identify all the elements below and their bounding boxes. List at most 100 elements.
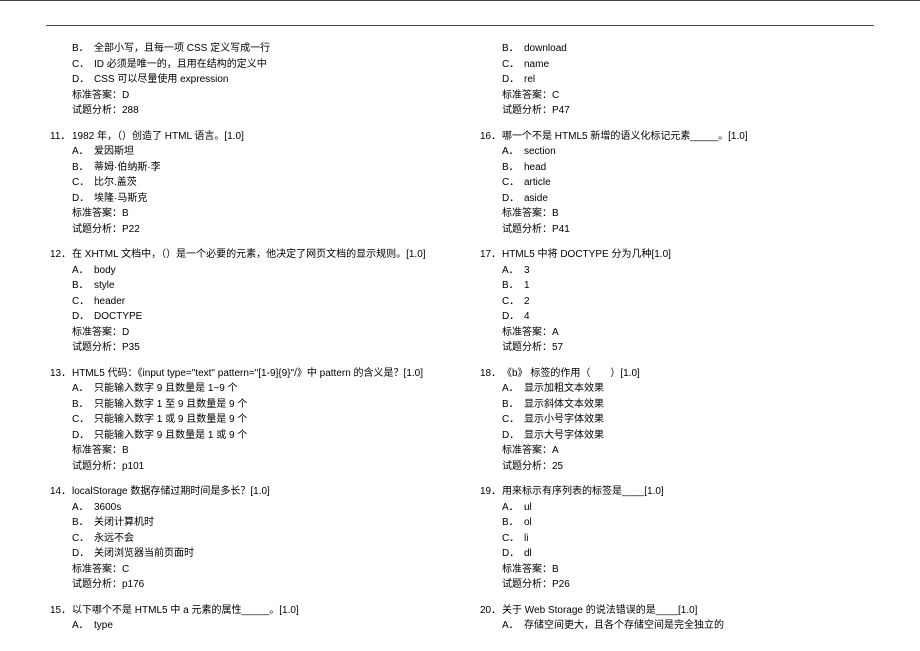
question-18: 18．《b》 标签的作用（ ）[1.0] A．显示加粗文本效果 B．显示斜体文本… [476, 366, 874, 475]
standard-answer: 标准答案：B [46, 443, 444, 459]
option-letter: D． [502, 546, 524, 562]
standard-answer: 标准答案：B [46, 206, 444, 222]
question-stem: 1982 年，（）创造了 HTML 语言。[1.0] [72, 129, 444, 145]
option-letter: A． [502, 381, 524, 397]
question-number: 15． [46, 603, 72, 619]
option-text: 埃隆·马斯克 [94, 191, 444, 207]
analysis: 试题分析：P47 [476, 103, 874, 119]
question-16: 16．哪一个不是 HTML5 新增的语义化标记元素_____。[1.0] A．s… [476, 129, 874, 238]
option-letter: B． [72, 160, 94, 176]
question-number: 20． [476, 603, 502, 619]
question-number: 11． [46, 129, 72, 145]
option-text: 2 [524, 294, 874, 310]
option-text: CSS 可以尽量使用 expression [94, 72, 444, 88]
analysis: 试题分析：P22 [46, 222, 444, 238]
question-10-partial: B．全部小写，且每一项 CSS 定义写成一行 C．ID 必须是唯一的，且用在结构… [46, 41, 444, 119]
option-text: 蒂姆·伯纳斯·李 [94, 160, 444, 176]
question-stem: localStorage 数据存储过期时间是多长？[1.0] [72, 484, 444, 500]
option-text: 显示大号字体效果 [524, 428, 874, 444]
question-stem: 用来标示有序列表的标签是____[1.0] [502, 484, 874, 500]
option-letter: A． [72, 263, 94, 279]
option-letter: A． [502, 144, 524, 160]
option-text: 爱因斯坦 [94, 144, 444, 160]
option-text: type [94, 618, 444, 634]
option-letter: B． [502, 278, 524, 294]
option-letter: D． [502, 191, 524, 207]
option-text: ul [524, 500, 874, 516]
option-text: name [524, 57, 874, 73]
option-letter: A． [502, 500, 524, 516]
analysis: 试题分析：p176 [46, 577, 444, 593]
option-letter: C． [72, 57, 94, 73]
option-text: rel [524, 72, 874, 88]
question-number: 12． [46, 247, 72, 263]
analysis: 试题分析：P35 [46, 340, 444, 356]
option-letter: A． [72, 500, 94, 516]
question-stem: 在 XHTML 文档中，（）是一个必要的元素，他决定了网页文档的显示规则。[1.… [72, 247, 444, 263]
analysis: 试题分析：57 [476, 340, 874, 356]
question-14: 14．localStorage 数据存储过期时间是多长？[1.0] A．3600… [46, 484, 444, 593]
option: D．CSS 可以尽量使用 expression [46, 72, 444, 88]
option-text: aside [524, 191, 874, 207]
option-letter: A． [502, 618, 524, 634]
option-letter: B． [502, 515, 524, 531]
option-text: style [94, 278, 444, 294]
option-letter: D． [72, 72, 94, 88]
option-text: 永远不会 [94, 531, 444, 547]
question-19: 19．用来标示有序列表的标签是____[1.0] A．ul B．ol C．li … [476, 484, 874, 593]
option-text: head [524, 160, 874, 176]
option-letter: B． [72, 278, 94, 294]
option-text: 全部小写，且每一项 CSS 定义写成一行 [94, 41, 444, 57]
option: B．全部小写，且每一项 CSS 定义写成一行 [46, 41, 444, 57]
option-letter: D． [72, 546, 94, 562]
option-letter: B． [72, 41, 94, 57]
left-column: B．全部小写，且每一项 CSS 定义写成一行 C．ID 必须是唯一的，且用在结构… [46, 41, 444, 644]
option-letter: A． [72, 618, 94, 634]
question-stem: 以下哪个不是 HTML5 中 a 元素的属性_____。[1.0] [72, 603, 444, 619]
option-text: 3 [524, 263, 874, 279]
option-letter: D． [72, 309, 94, 325]
option-text: 只能输入数字 1 或 9 且数量是 9 个 [94, 412, 444, 428]
question-stem: HTML5 代码：《input type="text" pattern="[1-… [72, 366, 444, 382]
option-text: 4 [524, 309, 874, 325]
option-letter: C． [502, 294, 524, 310]
option-letter: C． [502, 175, 524, 191]
option-letter: C． [502, 412, 524, 428]
option-text: 比尔.盖茨 [94, 175, 444, 191]
option-letter: A． [72, 381, 94, 397]
analysis: 试题分析：p101 [46, 459, 444, 475]
option-letter: B． [502, 160, 524, 176]
standard-answer: 标准答案：D [46, 88, 444, 104]
standard-answer: 标准答案：C [476, 88, 874, 104]
option-letter: B． [502, 41, 524, 57]
standard-answer: 标准答案：B [476, 562, 874, 578]
option: C．ID 必须是唯一的，且用在结构的定义中 [46, 57, 444, 73]
option-text: 1 [524, 278, 874, 294]
right-column: B．download C．name D．rel 标准答案：C 试题分析：P47 … [476, 41, 874, 644]
question-15-partial: B．download C．name D．rel 标准答案：C 试题分析：P47 [476, 41, 874, 119]
question-number: 16． [476, 129, 502, 145]
option-letter: A． [502, 263, 524, 279]
option-letter: A． [72, 144, 94, 160]
option-letter: D． [502, 309, 524, 325]
option-text: li [524, 531, 874, 547]
analysis: 试题分析：P26 [476, 577, 874, 593]
option-letter: B． [502, 397, 524, 413]
analysis: 试题分析：P41 [476, 222, 874, 238]
option-text: 存储空间更大，且各个存储空间是完全独立的 [524, 618, 874, 634]
question-stem: HTML5 中将 DOCTYPE 分为几种[1.0] [502, 247, 874, 263]
analysis: 试题分析：25 [476, 459, 874, 475]
question-11: 11．1982 年，（）创造了 HTML 语言。[1.0] A．爱因斯坦 B．蒂… [46, 129, 444, 238]
option-text: dl [524, 546, 874, 562]
option-letter: C． [72, 175, 94, 191]
option-letter: C． [72, 531, 94, 547]
option-text: 显示小号字体效果 [524, 412, 874, 428]
option-letter: B． [72, 515, 94, 531]
question-12: 12．在 XHTML 文档中，（）是一个必要的元素，他决定了网页文档的显示规则。… [46, 247, 444, 356]
option-text: download [524, 41, 874, 57]
question-13: 13．HTML5 代码：《input type="text" pattern="… [46, 366, 444, 475]
option-letter: C． [502, 531, 524, 547]
option-text: 3600s [94, 500, 444, 516]
question-number: 19． [476, 484, 502, 500]
question-number: 13． [46, 366, 72, 382]
